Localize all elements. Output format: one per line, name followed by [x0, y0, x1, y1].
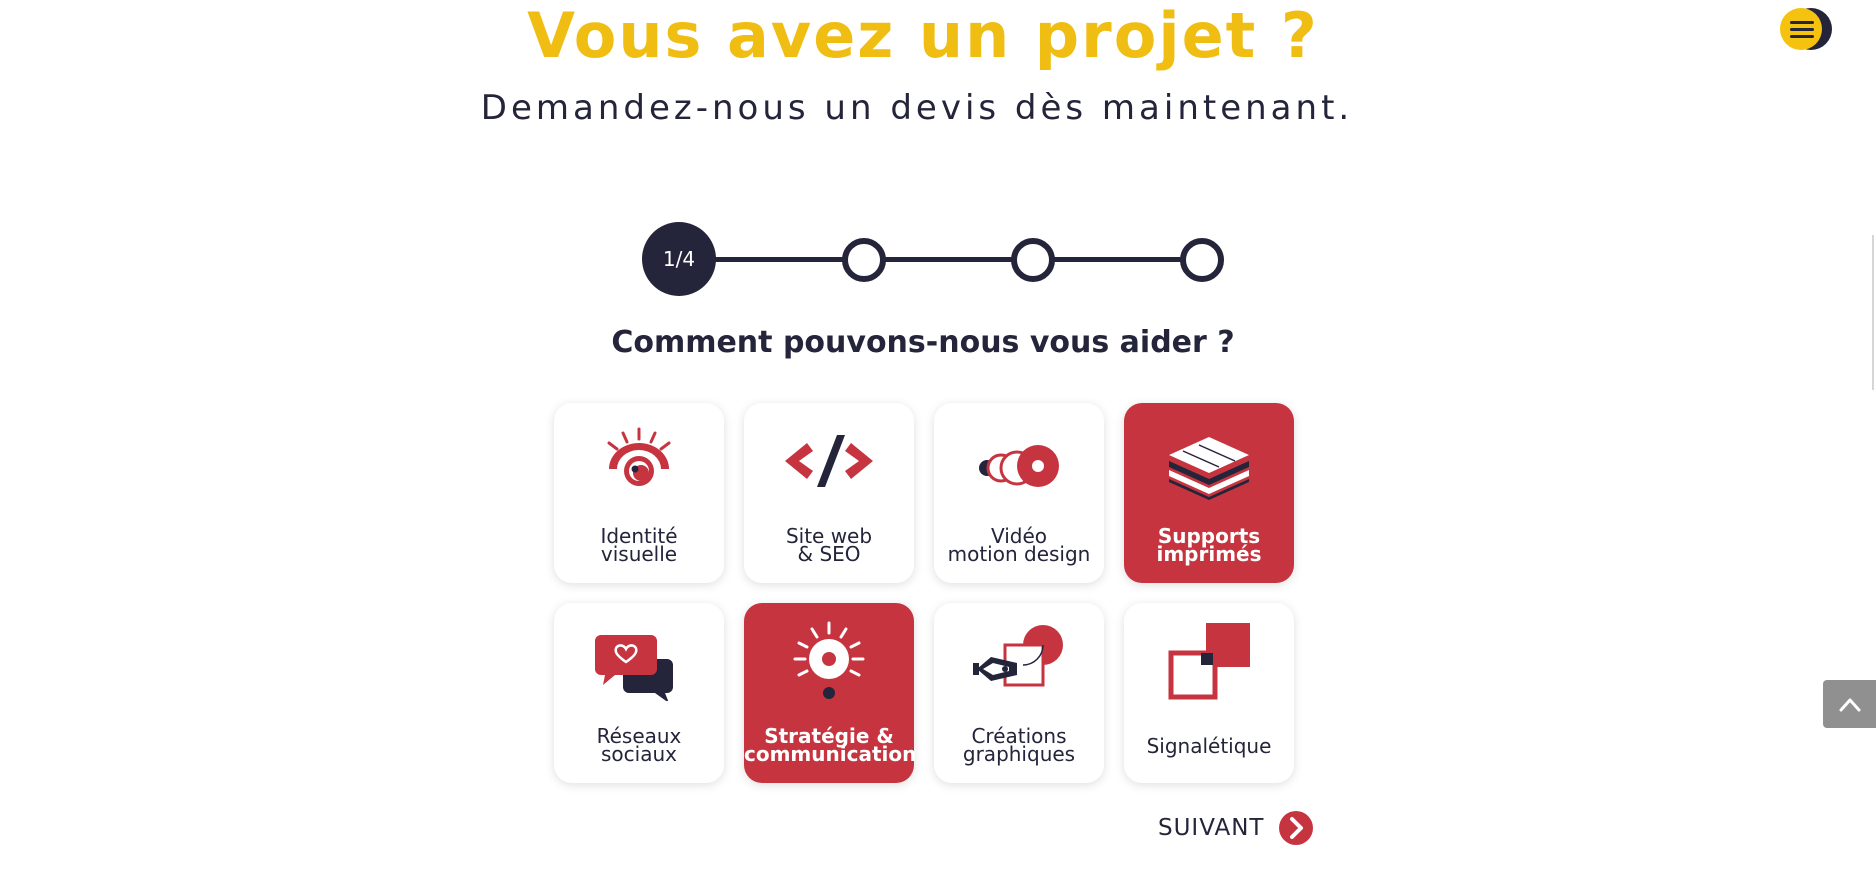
service-label: Vidéo motion design: [947, 524, 1091, 566]
menu-button[interactable]: [1780, 8, 1832, 50]
step-4-indicator: [1180, 238, 1224, 282]
next-button[interactable]: SUIVANT: [1158, 810, 1314, 846]
service-label: Créations graphiques: [962, 724, 1076, 766]
video-reel-icon: [979, 445, 1059, 487]
hamburger-icon: [1790, 21, 1814, 42]
step-2-indicator: [842, 238, 886, 282]
service-card-creations-graphiques[interactable]: Créations graphiques: [934, 603, 1104, 783]
progress-stepper: 1/4: [642, 222, 1226, 298]
eye-icon: [607, 427, 671, 486]
step-3-indicator: [1011, 238, 1055, 282]
step-question: Comment pouvons-nous vous aider ?: [611, 325, 1235, 360]
next-label: SUIVANT: [1158, 815, 1265, 841]
chat-heart-icon: [595, 635, 673, 701]
chevron-up-icon: [1839, 698, 1861, 712]
service-label: Supports imprimés: [1156, 524, 1262, 566]
service-card-supports-imprimes[interactable]: Supports imprimés: [1124, 403, 1294, 583]
service-label: Réseaux sociaux: [596, 724, 682, 766]
service-card-reseaux-sociaux[interactable]: Réseaux sociaux: [554, 603, 724, 783]
page-subtitle: Demandez-nous un devis dès maintenant.: [480, 88, 1354, 128]
service-card-site-web-seo[interactable]: Site web & SEO: [744, 403, 914, 583]
service-card-strategie-communication[interactable]: Stratégie & communication: [744, 603, 917, 783]
service-label: Signalétique: [1146, 734, 1272, 758]
service-card-identite-visuelle[interactable]: Identité visuelle: [554, 403, 724, 583]
printed-stack-icon: [1169, 437, 1249, 500]
lightbulb-icon: [793, 621, 865, 699]
service-card-video-motion-design[interactable]: Vidéo motion design: [934, 403, 1104, 583]
page-title: Vous avez un projet ?: [527, 0, 1319, 72]
service-label: Identité visuelle: [600, 524, 678, 566]
service-label: Site web & SEO: [785, 524, 873, 566]
stepper-line: [680, 257, 1208, 262]
service-label: Stratégie & communication: [744, 724, 917, 766]
pen-nib-icon: [973, 625, 1063, 687]
back-to-top-button[interactable]: [1823, 680, 1876, 728]
step-1-indicator: 1/4: [642, 222, 716, 296]
code-icon: [785, 435, 873, 487]
service-card-signaletique[interactable]: Signalétique: [1124, 603, 1294, 783]
chevron-right-icon: [1279, 811, 1314, 845]
scrollbar-thumb[interactable]: [1872, 235, 1874, 390]
signage-squares-icon: [1168, 623, 1250, 700]
